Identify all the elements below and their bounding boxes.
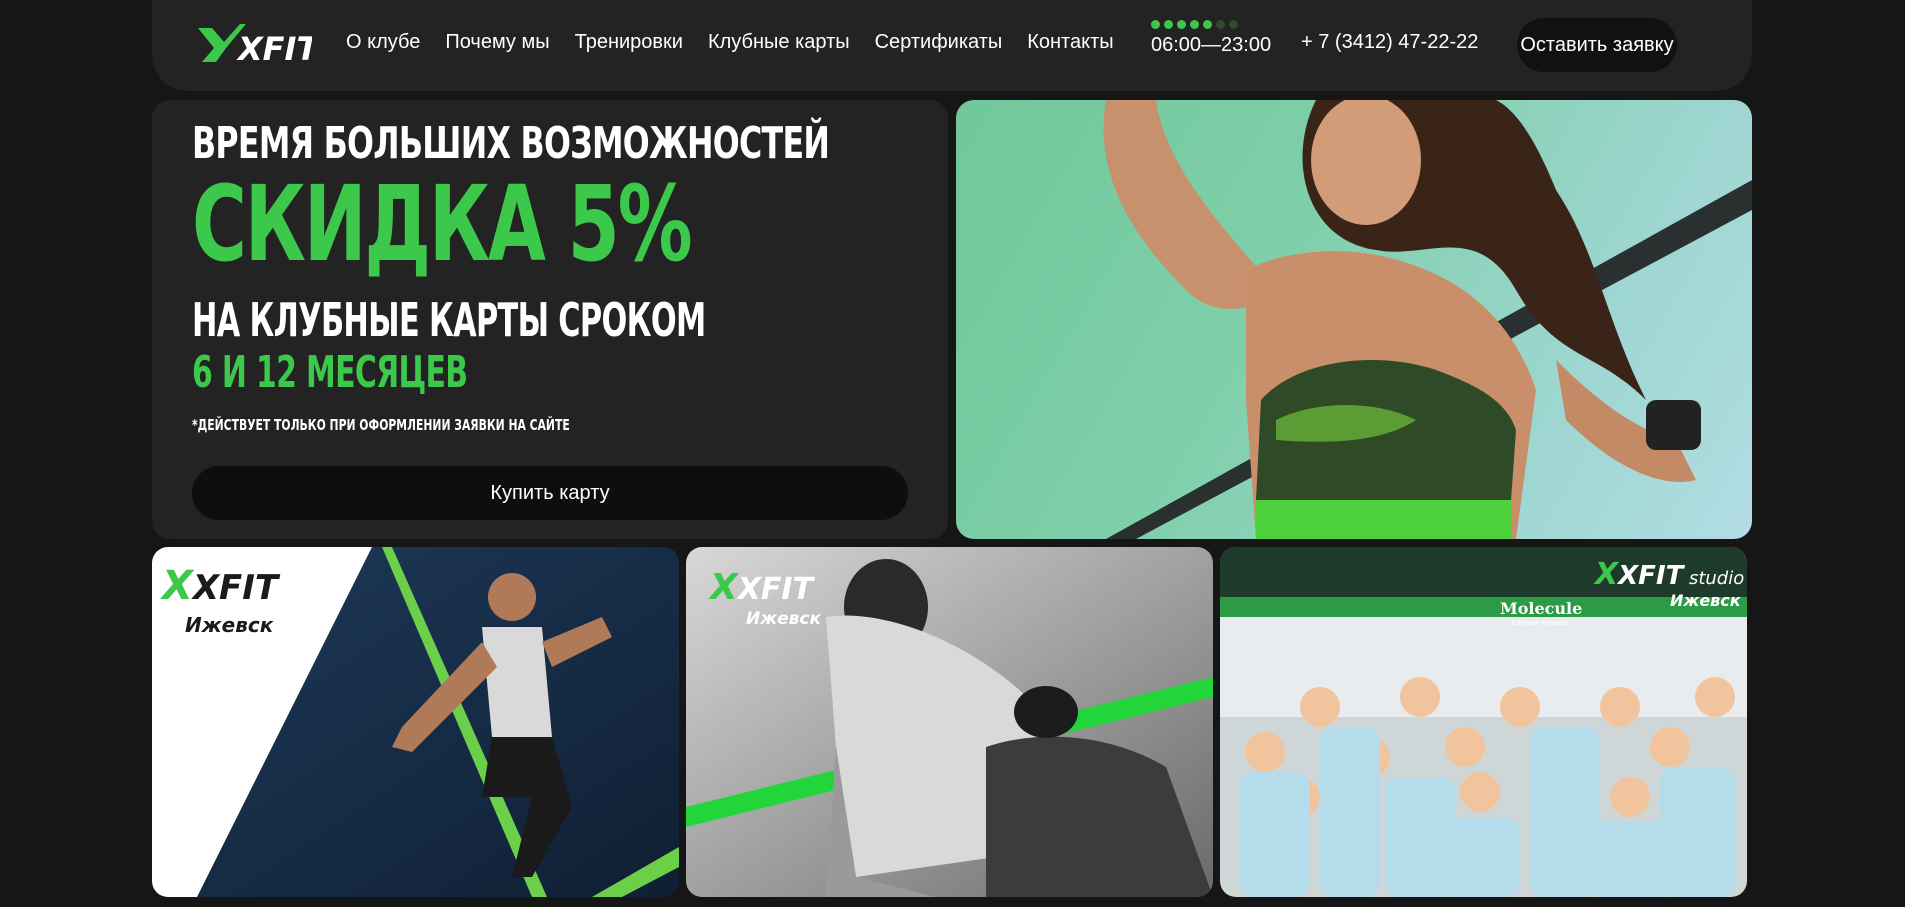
opening-hours: 06:00—23:00 [1151, 20, 1271, 57]
promo-subline: На клубные карты сроком [192, 293, 706, 347]
nav-trainings[interactable]: Тренировки [575, 31, 683, 54]
partner-subtitle: Студия танцев [1512, 619, 1568, 627]
card-city: Ижевск [746, 609, 822, 629]
hours-text: 06:00—23:00 [1151, 34, 1272, 56]
promo-card: Время больших возможностей Скидка 5% На … [152, 100, 948, 539]
woman-athlete-photo-icon [1103, 100, 1752, 539]
card-logo: XXFIT [710, 567, 814, 608]
logo-text: XFIT [236, 30, 312, 64]
main-nav: О клубе Почему мы Тренировки Клубные кар… [346, 31, 1139, 54]
card-gym[interactable]: XXFIT Ижевск [152, 547, 679, 897]
card-city: Ижевск [185, 613, 274, 637]
promo-footnote: *Действует только при оформлении заявки … [192, 416, 570, 434]
card-studio[interactable]: XXFIT studio Ижевск Molecule Студия танц… [1220, 547, 1747, 897]
nav-contacts[interactable]: Контакты [1027, 31, 1113, 54]
nav-certificates[interactable]: Сертификаты [875, 31, 1003, 54]
promo-terms: 6 и 12 месяцев [192, 347, 468, 398]
card-logo: XXFIT [162, 563, 279, 609]
nav-club-cards[interactable]: Клубные карты [708, 31, 850, 54]
phone-link[interactable]: + 7 (3412) 47-22-22 [1301, 31, 1478, 54]
card-logo: XXFIT studio [1595, 557, 1745, 592]
partner-logo: Molecule [1500, 599, 1583, 618]
card-massage[interactable]: XXFIT Ижевск [686, 547, 1213, 897]
kids-group-photo-icon [1220, 547, 1747, 897]
buy-card-button[interactable]: Купить карту [192, 466, 908, 520]
leave-request-button[interactable]: Оставить заявку [1517, 18, 1677, 72]
promo-discount: Скидка 5% [192, 163, 693, 285]
nav-why-us[interactable]: Почему мы [445, 31, 549, 54]
promo-headline: Время больших возможностей [192, 118, 830, 169]
xfit-logo[interactable]: XFIT [194, 22, 320, 68]
card-city: Ижевск [1670, 591, 1741, 610]
site-header: XFIT О клубе Почему мы Тренировки Клубны… [152, 0, 1752, 91]
nav-about[interactable]: О клубе [346, 31, 420, 54]
hero-image [956, 100, 1752, 539]
status-dots-icon [1151, 20, 1271, 29]
